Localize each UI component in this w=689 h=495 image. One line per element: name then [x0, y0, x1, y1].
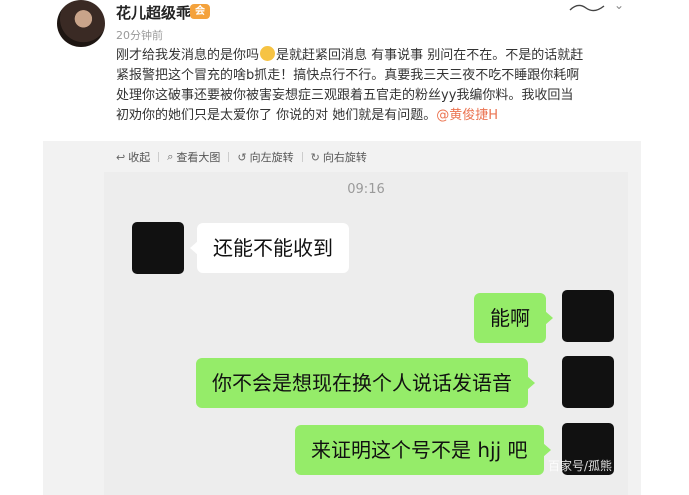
- search-icon: ⌕: [167, 150, 174, 163]
- collapse-button[interactable]: ↩ 收起: [116, 149, 150, 165]
- contact-avatar: [132, 222, 184, 274]
- toolbar-divider: [301, 152, 303, 162]
- chat-screenshot[interactable]: 09:16 还能不能收到 能啊 你不会是想现在换个人说话发语音 来证明这个号不是…: [104, 172, 628, 495]
- image-toolbar: ↩ 收起 ⌕ 查看大图 ↺ 向左旋转 ↻ 向右旋转: [116, 149, 375, 165]
- watermark: 百家号/孤熊: [548, 459, 613, 473]
- post-text-part-1: 刚才给我发消息的是你吗: [116, 48, 260, 63]
- vip-badge-icon: 会: [190, 4, 210, 19]
- collapse-label: 收起: [128, 151, 151, 164]
- chat-timestamp: 09:16: [347, 182, 385, 197]
- self-avatar: [562, 290, 614, 342]
- username[interactable]: 花儿超级乖: [116, 2, 191, 23]
- toolbar-divider: [158, 152, 160, 162]
- toolbar-divider: [228, 152, 230, 162]
- view-large-button[interactable]: ⌕ 查看大图: [167, 149, 220, 165]
- thinking-emoji-icon: [260, 46, 276, 61]
- rotate-right-label: 向右旋转: [322, 151, 367, 164]
- self-avatar: [562, 356, 614, 408]
- message-bubble-outgoing: 你不会是想现在换个人说话发语音: [196, 358, 535, 408]
- post-body: 刚才给我发消息的是你吗 是就赶紧回消息 有事说事 别问在不在。不是的话就赶紧报警把…: [116, 46, 586, 126]
- rotate-right-button[interactable]: ↻ 向右旋转: [311, 149, 367, 165]
- post-timestamp[interactable]: 20分钟前: [116, 27, 163, 43]
- collapse-icon: ↩: [116, 150, 126, 164]
- rotate-left-label: 向左旋转: [249, 151, 294, 164]
- message-bubble-outgoing: 能啊: [474, 293, 553, 343]
- chevron-down-icon[interactable]: ⌄: [614, 0, 630, 12]
- rotate-right-icon: ↻: [310, 150, 320, 164]
- rotate-left-icon: ↺: [237, 150, 247, 164]
- user-avatar[interactable]: [57, 0, 105, 47]
- view-large-label: 查看大图: [176, 151, 221, 164]
- message-bubble-outgoing: 来证明这个号不是 hjj 吧: [295, 425, 551, 475]
- mention-link[interactable]: @黄俊捷H: [436, 108, 498, 123]
- message-bubble-incoming: 还能不能收到: [190, 223, 349, 273]
- corner-decoration-icon: [569, 4, 605, 12]
- rotate-left-button[interactable]: ↺ 向左旋转: [237, 149, 293, 165]
